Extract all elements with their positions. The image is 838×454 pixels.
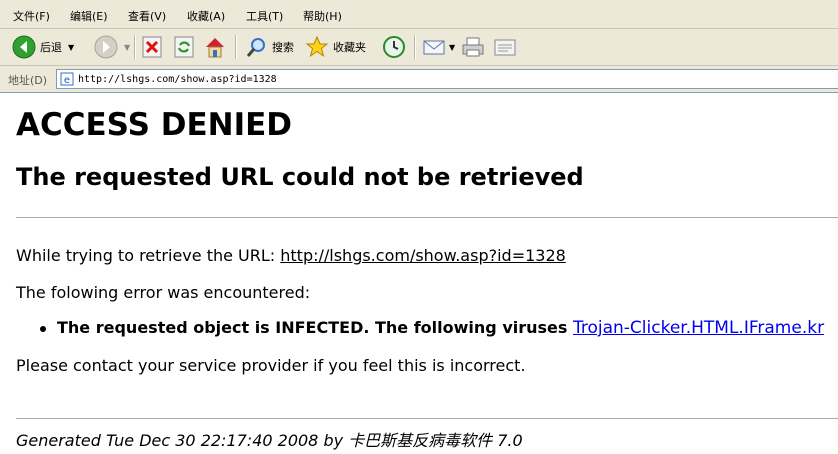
mail-dropdown-icon[interactable]: ▼ <box>449 43 455 52</box>
forward-arrow-icon <box>94 35 118 59</box>
menu-tools[interactable]: 工具(T) <box>246 8 283 24</box>
address-input[interactable]: e http://lshgs.com/show.asp?id=1328 <box>56 69 838 89</box>
search-button[interactable]: 搜索 <box>244 33 294 61</box>
search-icon <box>246 38 265 57</box>
menu-view[interactable]: 查看(V) <box>128 8 166 24</box>
menu-edit[interactable]: 编辑(E) <box>70 8 108 24</box>
address-url: http://lshgs.com/show.asp?id=1328 <box>78 73 277 85</box>
retrieve-url-link[interactable]: http://lshgs.com/show.asp?id=1328 <box>280 246 566 265</box>
home-button[interactable] <box>203 33 227 61</box>
mail-button[interactable]: ▼ <box>422 33 455 61</box>
toolbar-separator <box>235 35 237 59</box>
history-button[interactable] <box>382 33 406 61</box>
refresh-icon <box>174 36 194 58</box>
svg-text:e: e <box>64 75 70 86</box>
address-label: 地址(D) <box>8 74 48 87</box>
page-subtitle: The requested URL could not be retrieved <box>16 163 584 191</box>
page-title: ACCESS DENIED <box>16 107 293 143</box>
toolbar-separator <box>134 35 136 59</box>
edit-button[interactable] <box>493 33 517 61</box>
error-intro: The folowing error was encountered: <box>16 283 311 302</box>
address-bar: 地址(D) e http://lshgs.com/show.asp?id=132… <box>0 66 838 93</box>
contact-text: Please contact your service provider if … <box>16 356 526 375</box>
refresh-button[interactable] <box>174 33 194 61</box>
menu-help[interactable]: 帮助(H) <box>303 8 342 24</box>
bullet-icon <box>40 326 46 332</box>
print-button[interactable] <box>461 33 485 61</box>
back-arrow-icon <box>12 35 36 59</box>
edit-page-icon <box>494 39 516 56</box>
stop-button[interactable] <box>142 33 162 61</box>
mail-icon <box>423 40 445 55</box>
divider <box>16 217 838 218</box>
error-item: The requested object is INFECTED. The fo… <box>57 318 824 338</box>
menu-bar: 文件(F) 编辑(E) 查看(V) 收藏(A) 工具(T) 帮助(H) <box>0 0 838 29</box>
retrieve-prefix: While trying to retrieve the URL: <box>16 246 281 265</box>
star-icon <box>305 35 329 58</box>
search-label: 搜索 <box>272 41 294 54</box>
history-icon <box>383 36 405 58</box>
back-button[interactable]: 后退 ▼ <box>12 33 74 61</box>
menu-favorites[interactable]: 收藏(A) <box>187 8 225 24</box>
retrieve-line: While trying to retrieve the URL: http:/… <box>16 246 566 265</box>
printer-icon <box>462 37 484 57</box>
footer-text: Generated Tue Dec 30 22:17:40 2008 by 卡巴… <box>16 431 523 450</box>
stop-icon <box>142 36 162 58</box>
page-content: ACCESS DENIED The requested URL could no… <box>0 93 838 454</box>
toolbar: 后退 ▼ ▼ 搜索 收藏夹 ▼ <box>0 29 838 66</box>
virus-link[interactable]: Trojan-Clicker.HTML.IFrame.kr <box>573 318 824 338</box>
favorites-button[interactable]: 收藏夹 <box>305 33 366 61</box>
divider <box>16 418 838 419</box>
menu-file[interactable]: 文件(F) <box>13 8 50 24</box>
ie-page-icon: e <box>60 72 74 86</box>
error-text: The requested object is INFECTED. The fo… <box>57 318 573 337</box>
favorites-label: 收藏夹 <box>333 41 366 54</box>
back-label: 后退 <box>40 41 62 54</box>
back-dropdown-icon[interactable]: ▼ <box>68 43 74 52</box>
forward-dropdown-icon[interactable]: ▼ <box>124 43 130 52</box>
toolbar-separator <box>414 35 416 59</box>
forward-button[interactable]: ▼ <box>94 33 130 61</box>
home-icon <box>206 38 224 58</box>
